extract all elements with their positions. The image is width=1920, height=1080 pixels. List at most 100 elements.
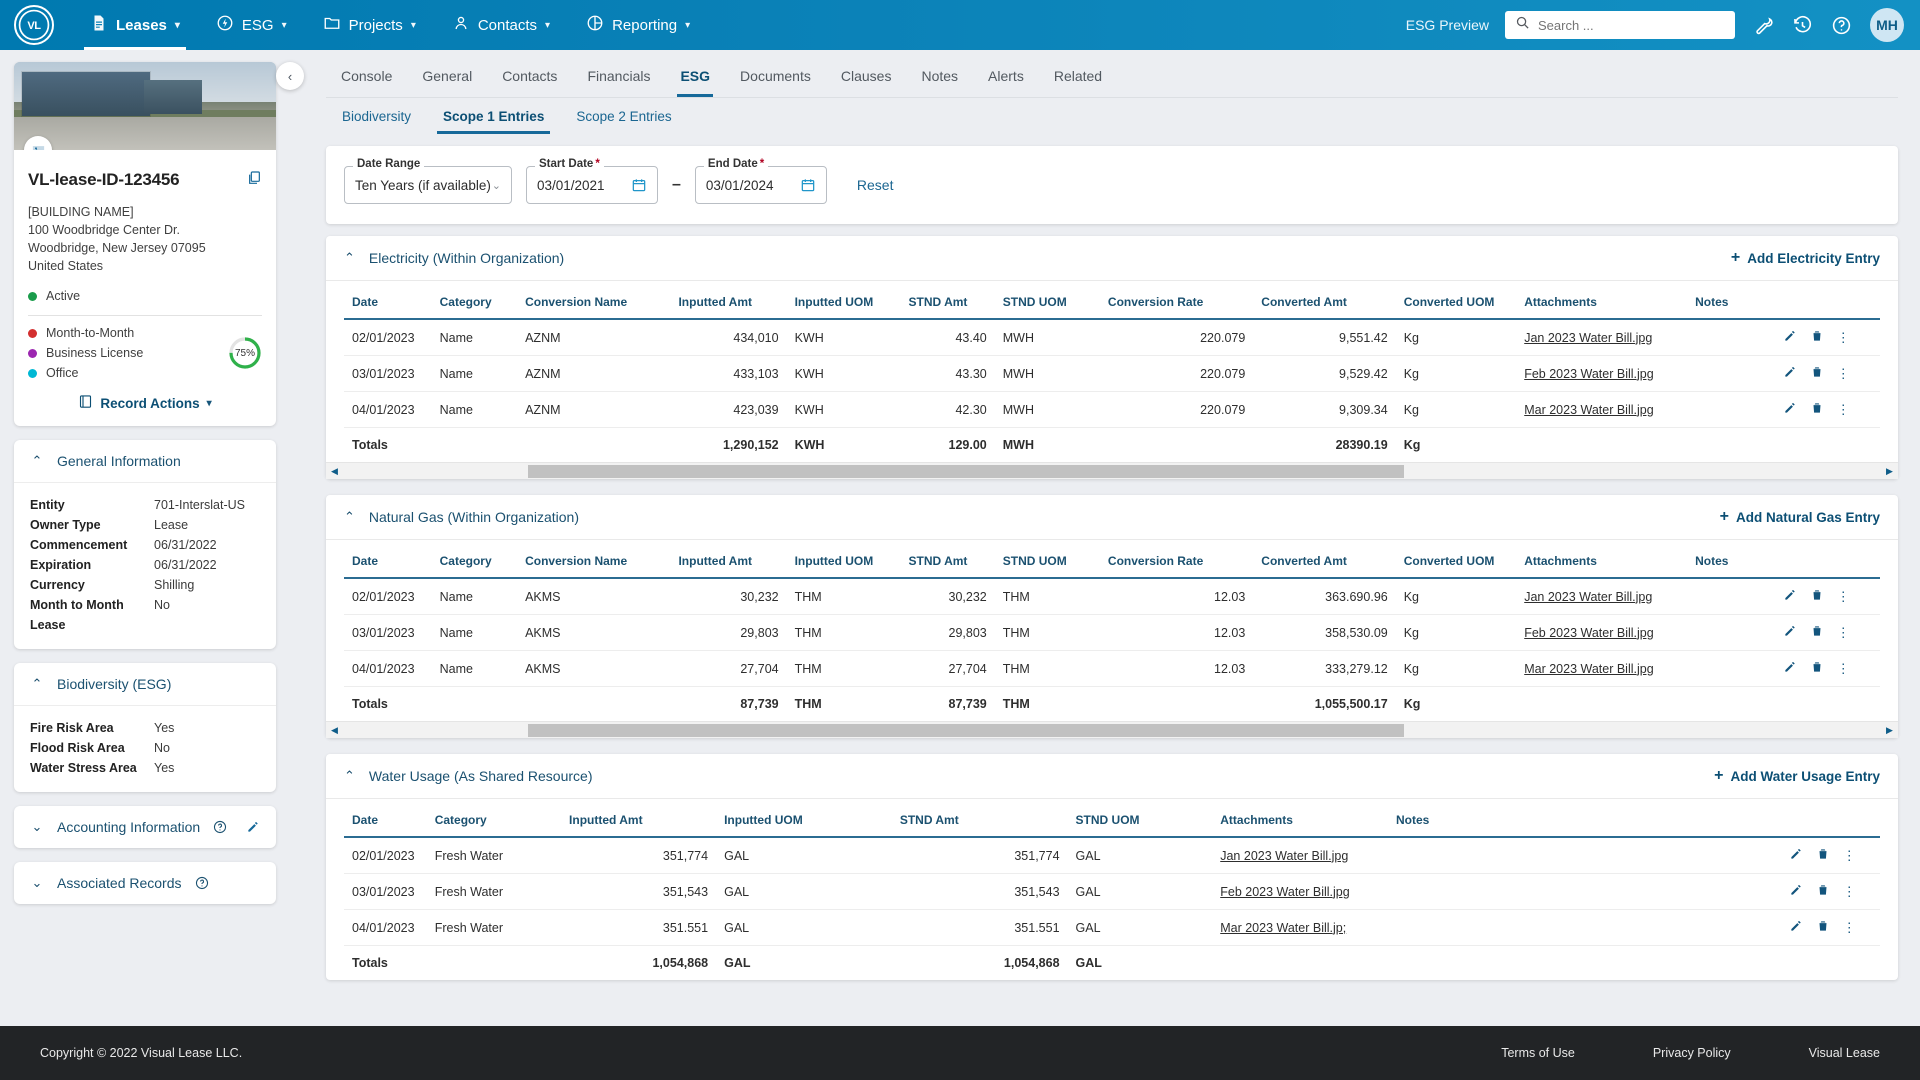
tab-related[interactable]: Related bbox=[1039, 50, 1117, 97]
table-row[interactable]: 02/01/2023 Fresh Water 351,774 GAL 351,7… bbox=[344, 837, 1880, 874]
scrollbar-track[interactable] bbox=[343, 722, 1881, 739]
accounting-information-card[interactable]: ⌄ Accounting Information bbox=[14, 806, 276, 848]
delete-icon[interactable] bbox=[1810, 329, 1824, 346]
horizontal-scrollbar[interactable]: ◀ ▶ bbox=[326, 721, 1898, 738]
scrollbar-thumb[interactable] bbox=[527, 723, 1405, 737]
help-icon[interactable] bbox=[213, 820, 227, 834]
biodiversity-header[interactable]: ⌃ Biodiversity (ESG) bbox=[14, 663, 276, 706]
scrollbar-track[interactable] bbox=[343, 463, 1881, 480]
chevron-down-icon[interactable]: ⌄ bbox=[492, 179, 501, 192]
associated-records-header[interactable]: ⌄ Associated Records bbox=[14, 862, 276, 904]
col-category[interactable]: Category bbox=[431, 281, 518, 320]
delete-icon[interactable] bbox=[1810, 588, 1824, 605]
subtab-biodiversity[interactable]: Biodiversity bbox=[326, 98, 427, 134]
col-date[interactable]: Date bbox=[344, 799, 427, 838]
help-icon[interactable] bbox=[1831, 15, 1852, 36]
delete-icon[interactable] bbox=[1816, 919, 1830, 936]
table-row[interactable]: 04/01/2023 Name AKMS 27,704 THM 27,704 T… bbox=[344, 650, 1880, 687]
scroll-left-icon[interactable]: ◀ bbox=[326, 466, 343, 477]
calendar-icon[interactable] bbox=[800, 177, 816, 193]
esg-preview-link[interactable]: ESG Preview bbox=[1406, 17, 1489, 33]
delete-icon[interactable] bbox=[1816, 883, 1830, 900]
delete-icon[interactable] bbox=[1810, 401, 1824, 418]
more-options-icon[interactable]: ⋮ bbox=[1837, 331, 1850, 344]
add-natural-gas-entry-button[interactable]: + Add Natural Gas Entry bbox=[1720, 508, 1880, 526]
calendar-icon[interactable] bbox=[631, 177, 647, 193]
associated-records-card[interactable]: ⌄ Associated Records bbox=[14, 862, 276, 904]
delete-icon[interactable] bbox=[1816, 847, 1830, 864]
general-information-header[interactable]: ⌃ General Information bbox=[14, 440, 276, 483]
col-attachments[interactable]: Attachments bbox=[1516, 540, 1688, 579]
table-row[interactable]: 03/01/2023 Name AZNM 433,103 KWH 43.30 M… bbox=[344, 355, 1880, 392]
col-stnd-amt[interactable]: STND Amt bbox=[900, 281, 995, 320]
col-stnd-uom[interactable]: STND UOM bbox=[1067, 799, 1213, 838]
start-date-field[interactable]: Start Date * 03/01/2021 bbox=[526, 158, 658, 204]
sidebar-collapse-button[interactable]: ‹ bbox=[276, 62, 304, 90]
more-options-icon[interactable]: ⋮ bbox=[1837, 590, 1850, 603]
tab-documents[interactable]: Documents bbox=[725, 50, 826, 97]
start-date-value[interactable]: 03/01/2021 bbox=[537, 178, 605, 193]
edit-icon[interactable] bbox=[1783, 329, 1797, 346]
col-stnd-amt[interactable]: STND Amt bbox=[900, 540, 995, 579]
chevron-down-icon[interactable]: ▾ bbox=[545, 20, 550, 31]
chevron-down-icon[interactable]: ⌄ bbox=[30, 819, 44, 835]
end-date-field[interactable]: End Date * 03/01/2024 bbox=[694, 158, 827, 204]
tab-clauses[interactable]: Clauses bbox=[826, 50, 907, 97]
scroll-left-icon[interactable]: ◀ bbox=[326, 725, 343, 736]
col-inputted-uom[interactable]: Inputted UOM bbox=[786, 281, 901, 320]
tab-financials[interactable]: Financials bbox=[572, 50, 665, 97]
col-inputted-amt[interactable]: Inputted Amt bbox=[561, 799, 717, 838]
col-notes[interactable]: Notes bbox=[1687, 540, 1775, 579]
scrollbar-thumb[interactable] bbox=[527, 464, 1405, 478]
attachment-link[interactable]: Mar 2023 Water Bill.jpg bbox=[1516, 650, 1688, 687]
attachment-link[interactable]: Feb 2023 Water Bill.jpg bbox=[1212, 873, 1388, 910]
delete-icon[interactable] bbox=[1810, 365, 1824, 382]
user-avatar[interactable]: MH bbox=[1870, 8, 1904, 42]
col-conversion-rate[interactable]: Conversion Rate bbox=[1099, 540, 1254, 579]
help-icon[interactable] bbox=[195, 876, 209, 890]
col-conversion-name[interactable]: Conversion Name bbox=[517, 540, 671, 579]
content-scroll-area[interactable]: Date Range Ten Years (if available) ⌄ St… bbox=[290, 134, 1920, 1037]
attachment-link[interactable]: Jan 2023 Water Bill.jpg bbox=[1212, 837, 1388, 874]
visual-lease-logo[interactable]: VL bbox=[14, 5, 54, 45]
attachment-link[interactable]: Feb 2023 Water Bill.jpg bbox=[1516, 355, 1688, 392]
more-options-icon[interactable]: ⋮ bbox=[1837, 662, 1850, 675]
col-date[interactable]: Date bbox=[344, 540, 432, 579]
col-converted-uom[interactable]: Converted UOM bbox=[1395, 540, 1517, 579]
tab-notes[interactable]: Notes bbox=[906, 50, 973, 97]
tab-alerts[interactable]: Alerts bbox=[973, 50, 1039, 97]
copy-icon[interactable] bbox=[246, 170, 262, 191]
privacy-policy-link[interactable]: Privacy Policy bbox=[1653, 1046, 1731, 1060]
chevron-up-icon[interactable]: ⌃ bbox=[30, 676, 44, 692]
search-box[interactable] bbox=[1505, 11, 1735, 39]
edit-icon[interactable] bbox=[1783, 588, 1797, 605]
chevron-down-icon[interactable]: ▾ bbox=[207, 398, 212, 409]
col-inputted-amt[interactable]: Inputted Amt bbox=[670, 540, 787, 579]
col-notes[interactable]: Notes bbox=[1387, 799, 1781, 838]
table-row[interactable]: 04/01/2023 Name AZNM 423,039 KWH 42.30 M… bbox=[344, 391, 1880, 428]
horizontal-scrollbar[interactable]: ◀ ▶ bbox=[326, 462, 1898, 479]
table-row[interactable]: 02/01/2023 Name AKMS 30,232 THM 30,232 T… bbox=[344, 578, 1880, 615]
nav-item-reporting[interactable]: Reporting ▾ bbox=[568, 0, 708, 50]
col-category[interactable]: Category bbox=[431, 540, 518, 579]
col-stnd-uom[interactable]: STND UOM bbox=[994, 281, 1100, 320]
col-converted-uom[interactable]: Converted UOM bbox=[1395, 281, 1517, 320]
edit-icon[interactable] bbox=[1789, 883, 1803, 900]
terms-of-use-link[interactable]: Terms of Use bbox=[1501, 1046, 1575, 1060]
tab-general[interactable]: General bbox=[407, 50, 487, 97]
edit-icon[interactable] bbox=[246, 820, 260, 834]
table-row[interactable]: 03/01/2023 Name AKMS 29,803 THM 29,803 T… bbox=[344, 614, 1880, 651]
col-conversion-rate[interactable]: Conversion Rate bbox=[1099, 281, 1254, 320]
history-icon[interactable] bbox=[1792, 15, 1813, 36]
table-row[interactable]: 03/01/2023 Fresh Water 351,543 GAL 351,5… bbox=[344, 873, 1880, 910]
col-converted-amt[interactable]: Converted Amt bbox=[1253, 281, 1396, 320]
scroll-right-icon[interactable]: ▶ bbox=[1881, 725, 1898, 736]
chevron-down-icon[interactable]: ▾ bbox=[685, 20, 690, 31]
col-inputted-uom[interactable]: Inputted UOM bbox=[716, 799, 892, 838]
table-row[interactable]: 04/01/2023 Fresh Water 351.551 GAL 351.5… bbox=[344, 909, 1880, 946]
col-notes[interactable]: Notes bbox=[1687, 281, 1775, 320]
col-attachments[interactable]: Attachments bbox=[1516, 281, 1688, 320]
tab-esg[interactable]: ESG bbox=[665, 50, 725, 97]
chevron-up-icon[interactable]: ⌃ bbox=[344, 509, 355, 525]
edit-icon[interactable] bbox=[1783, 401, 1797, 418]
